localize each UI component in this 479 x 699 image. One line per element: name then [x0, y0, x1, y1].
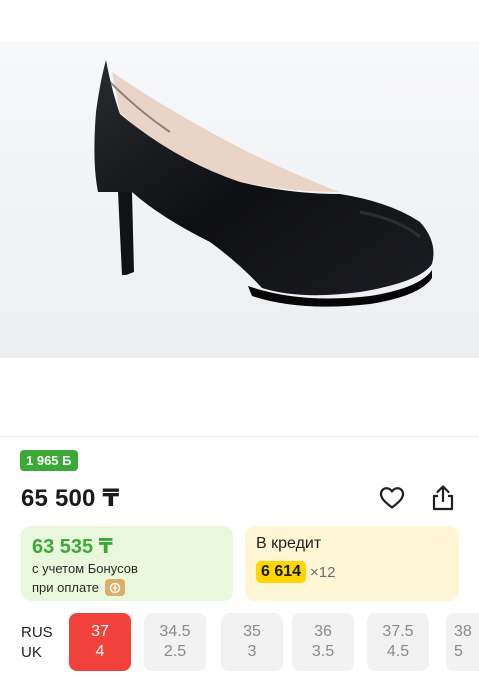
size-label-rus: RUS	[21, 624, 53, 641]
size-option[interactable]: 34.5 2.5	[144, 613, 206, 671]
size-option[interactable]: 36 3.5	[292, 613, 354, 671]
size-uk: 2.5	[163, 643, 187, 660]
shoe-illustration	[0, 42, 479, 358]
bonus-price: 63 535 ₸	[32, 536, 113, 558]
size-uk: 4	[95, 643, 105, 660]
size-uk: 3	[247, 643, 257, 660]
size-rus: 36	[314, 623, 332, 640]
credit-monthly-payment: 6 614	[256, 561, 307, 583]
size-rus: 35	[243, 623, 261, 640]
size-option-selected[interactable]: 37 4	[69, 613, 131, 671]
size-option[interactable]: 37.5 4.5	[367, 613, 429, 671]
size-option-partial[interactable]: 38 5	[446, 613, 479, 671]
heart-icon	[379, 487, 405, 509]
size-uk: 4.5	[386, 643, 410, 660]
credit-card[interactable]: В кредит 6 614 ×12	[245, 526, 459, 601]
size-uk: 3.5	[311, 643, 335, 660]
bonus-note-line1: с учетом Бонусов	[32, 561, 138, 576]
size-system-labels: RUS UK	[21, 623, 53, 663]
product-image[interactable]	[0, 42, 479, 358]
bonus-badge: 1 965 Б	[20, 450, 78, 471]
bonus-note-line2: при оплате	[32, 580, 99, 595]
bonus-coin-icon	[104, 579, 125, 596]
share-icon	[432, 485, 454, 511]
size-rus: 37.5	[382, 623, 414, 640]
size-uk: 5	[454, 643, 463, 660]
size-rus: 37	[91, 623, 109, 640]
bonus-price-card[interactable]: 63 535 ₸ с учетом Бонусов при оплате	[21, 526, 233, 601]
size-rus: 38	[454, 623, 472, 640]
credit-title: В кредит	[256, 535, 322, 552]
favorite-button[interactable]	[376, 483, 408, 513]
share-button[interactable]	[427, 483, 459, 513]
size-rus: 34.5	[159, 623, 191, 640]
size-option[interactable]: 35 3	[221, 613, 283, 671]
product-price: 65 500 ₸	[21, 485, 120, 512]
divider	[0, 436, 479, 437]
size-selector: RUS UK 37 4 34.5 2.5 35 3 36 3.5 37.5 4.…	[0, 613, 479, 673]
credit-term: ×12	[310, 563, 336, 581]
size-label-uk: UK	[21, 644, 42, 661]
